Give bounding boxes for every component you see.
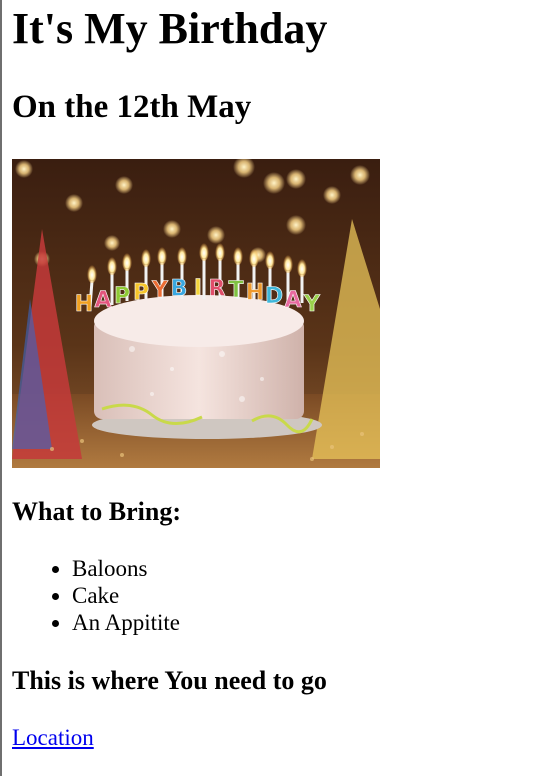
cake-candle-letter: A xyxy=(94,288,111,313)
cake-candle-letter: Y xyxy=(303,292,321,317)
cake-candle-letter: T xyxy=(228,278,243,303)
left-border xyxy=(0,0,2,776)
list-item-appitite: An Appitite xyxy=(72,609,180,636)
bring-list: Baloons Cake An Appitite xyxy=(12,555,180,636)
cake-candle-letter: I xyxy=(194,276,202,301)
birthday-cake-image: HAPPYBIRTHDAY xyxy=(12,159,380,468)
list-item-baloons: Baloons xyxy=(72,555,180,582)
page-title: It's My Birthday xyxy=(12,4,328,53)
cake-candle-letter: Y xyxy=(151,278,169,303)
cake-candle-letter: A xyxy=(284,288,301,313)
list-item-cake: Cake xyxy=(72,582,180,609)
page-subtitle: On the 12th May xyxy=(12,89,252,125)
cake-candle-letter: R xyxy=(209,277,226,302)
cake-candle-letter: H xyxy=(246,281,264,306)
location-link[interactable]: Location xyxy=(12,723,94,753)
cake-candle-letter: D xyxy=(265,284,283,309)
directions-heading: This is where You need to go xyxy=(12,666,327,695)
cake-candle-letter: P xyxy=(133,281,149,306)
cake-candle-letter: B xyxy=(171,277,188,302)
cake-candle-letter: P xyxy=(114,284,130,309)
cake-candle-letter: H xyxy=(75,292,93,317)
what-to-bring-heading: What to Bring: xyxy=(12,497,181,526)
